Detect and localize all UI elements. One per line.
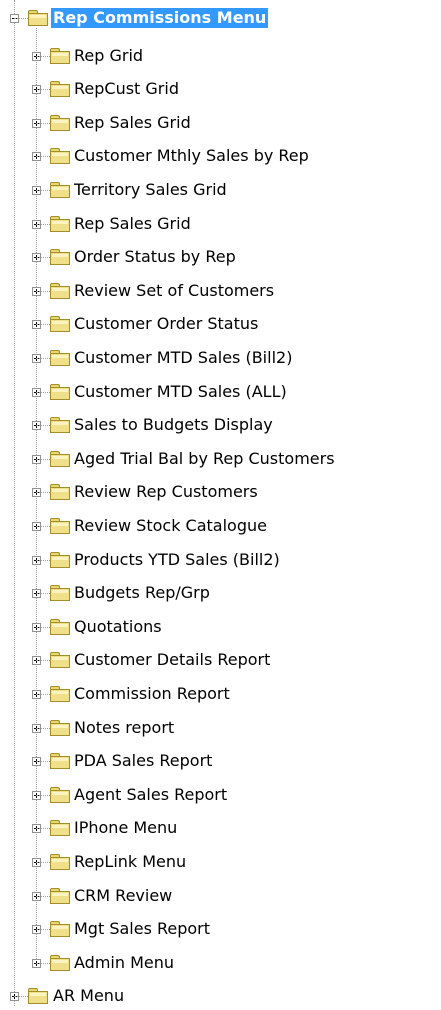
tree-connector-line bbox=[36, 89, 50, 91]
tree-node-label[interactable]: Agent Sales Report bbox=[72, 785, 229, 805]
tree-connector-line bbox=[36, 559, 50, 561]
tree-connector-line bbox=[36, 290, 50, 292]
tree-connector-line bbox=[36, 257, 50, 259]
tree-connector-line bbox=[36, 794, 50, 796]
tree-connector-line bbox=[36, 962, 50, 964]
tree-connector-line bbox=[36, 190, 50, 191]
tree-connector-line bbox=[36, 526, 50, 527]
tree-node-label[interactable]: Rep Sales Grid bbox=[72, 113, 193, 133]
folder-icon bbox=[50, 786, 70, 803]
tree-node-label[interactable]: Budgets Rep/Grp bbox=[72, 583, 212, 603]
tree-connector-line bbox=[36, 660, 50, 662]
tree-node-label[interactable]: Customer Details Report bbox=[72, 650, 272, 670]
folder-icon bbox=[50, 618, 70, 635]
tree-node-label[interactable]: RepLink Menu bbox=[72, 852, 188, 872]
folder-icon bbox=[50, 417, 70, 434]
tree-node-label[interactable]: Customer MTD Sales (Bill2) bbox=[72, 348, 294, 368]
folder-icon bbox=[50, 719, 70, 736]
folder-icon bbox=[50, 854, 70, 870]
tree-node-label[interactable]: Aged Trial Bal by Rep Customers bbox=[72, 449, 337, 469]
folder-icon bbox=[50, 316, 70, 333]
folder-icon bbox=[50, 450, 70, 467]
tree-connector-line bbox=[36, 694, 50, 695]
tree-connector-line bbox=[36, 593, 50, 595]
tree-node-label[interactable]: PDA Sales Report bbox=[72, 751, 214, 771]
tree-node-label[interactable]: Quotations bbox=[72, 617, 164, 637]
folder-icon bbox=[50, 182, 70, 198]
tree-connector-line bbox=[36, 895, 50, 897]
tree-connector-line bbox=[36, 929, 50, 931]
tree-connector-line bbox=[14, 18, 28, 19]
folder-icon bbox=[50, 820, 70, 837]
tree-connector-line bbox=[36, 828, 50, 830]
folder-icon bbox=[50, 383, 70, 400]
folder-icon bbox=[50, 148, 70, 165]
tree-node-label[interactable]: Admin Menu bbox=[72, 953, 176, 973]
folder-icon bbox=[50, 81, 70, 98]
folder-icon bbox=[50, 484, 70, 501]
tree-node-label[interactable]: Mgt Sales Report bbox=[72, 919, 212, 939]
tree-connector-line bbox=[36, 727, 50, 729]
tree-node-label[interactable]: Territory Sales Grid bbox=[72, 180, 229, 200]
tree-connector-line bbox=[36, 358, 50, 359]
folder-icon bbox=[50, 47, 70, 64]
tree-connector-line bbox=[14, 996, 28, 998]
tree-connector-line bbox=[36, 425, 50, 427]
menu-tree: Rep Commissions Menu Rep Grid RepCust Grid… bbox=[0, 0, 441, 1010]
tree-node-label[interactable]: Review Set of Customers bbox=[72, 281, 276, 301]
tree-connector-line bbox=[36, 862, 50, 863]
tree-node-label[interactable]: Sales to Budgets Display bbox=[72, 415, 275, 435]
tree-node-label[interactable]: Review Rep Customers bbox=[72, 482, 260, 502]
folder-icon bbox=[50, 887, 70, 904]
tree-node-label[interactable]: Rep Grid bbox=[72, 46, 145, 66]
tree-node-label[interactable]: IPhone Menu bbox=[72, 818, 179, 838]
folder-icon bbox=[50, 652, 70, 669]
tree-node-label[interactable]: Order Status by Rep bbox=[72, 247, 238, 267]
folder-open-icon bbox=[28, 10, 48, 26]
tree-node-label[interactable]: Customer Order Status bbox=[72, 314, 260, 334]
tree-connector-line bbox=[14, 0, 15, 1007]
tree-connector-line bbox=[36, 626, 50, 628]
tree-connector-line bbox=[36, 324, 50, 326]
tree-connector-line bbox=[36, 122, 50, 124]
folder-icon bbox=[50, 585, 70, 602]
tree-node-label[interactable]: RepCust Grid bbox=[72, 79, 181, 99]
tree-node-label[interactable]: CRM Review bbox=[72, 886, 174, 906]
folder-icon bbox=[50, 518, 70, 534]
tree-connector-line bbox=[36, 156, 50, 158]
tree-connector-line bbox=[36, 55, 50, 57]
tree-node-label[interactable]: Commission Report bbox=[72, 684, 232, 704]
folder-icon bbox=[50, 282, 70, 299]
folder-icon bbox=[50, 551, 70, 568]
folder-icon bbox=[50, 921, 70, 938]
folder-icon bbox=[50, 686, 70, 702]
folder-icon bbox=[50, 249, 70, 266]
tree-node-label[interactable]: Rep Sales Grid bbox=[72, 214, 193, 234]
tree-connector-line bbox=[36, 391, 50, 393]
folder-icon bbox=[50, 215, 70, 232]
folder-icon bbox=[50, 350, 70, 366]
folder-icon bbox=[50, 954, 70, 971]
tree-connector-line bbox=[36, 492, 50, 494]
tree-node-label[interactable]: Customer Mthly Sales by Rep bbox=[72, 146, 311, 166]
tree-node-label[interactable]: Review Stock Catalogue bbox=[72, 516, 269, 536]
tree-node-label[interactable]: Customer MTD Sales (ALL) bbox=[72, 382, 289, 402]
tree-node-label[interactable]: AR Menu bbox=[51, 986, 126, 1006]
tree-node-label[interactable]: Products YTD Sales (Bill2) bbox=[72, 550, 282, 570]
tree-connector-line bbox=[36, 458, 50, 460]
tree-node-label[interactable]: Notes report bbox=[72, 718, 176, 738]
tree-node-label[interactable]: Rep Commissions Menu bbox=[51, 8, 269, 28]
tree-connector-line bbox=[36, 223, 50, 225]
folder-icon bbox=[28, 988, 48, 1005]
tree-connector-line bbox=[36, 761, 50, 763]
folder-icon bbox=[50, 753, 70, 770]
folder-icon bbox=[50, 114, 70, 131]
